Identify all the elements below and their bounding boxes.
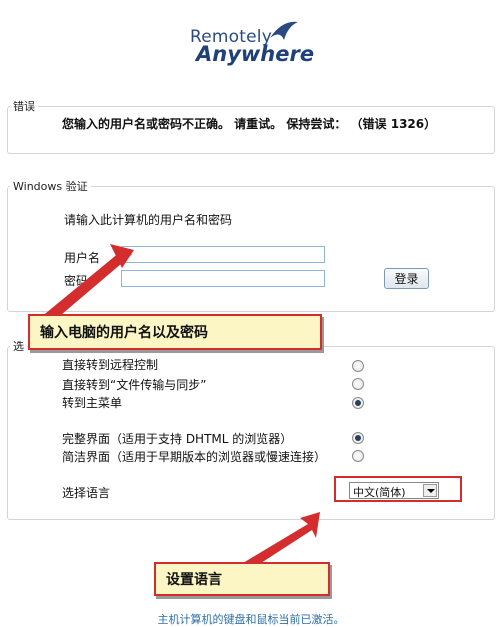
callout-username-password: 输入电脑的用户名以及密码 <box>28 314 322 350</box>
footer-status: 主机计算机的键盘和鼠标当前已激活。 <box>157 613 345 626</box>
callout-set-language: 设置语言 <box>154 562 330 596</box>
